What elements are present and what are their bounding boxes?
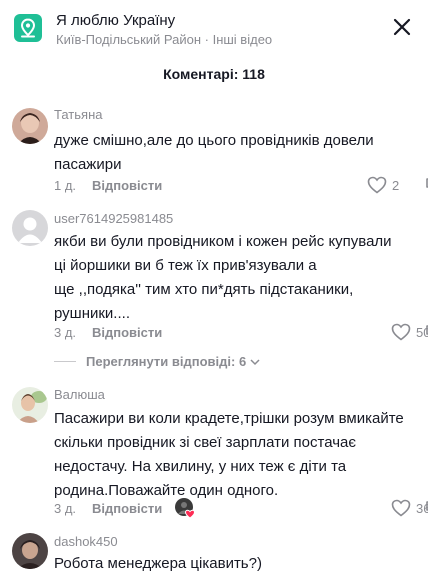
comment-text: Пасажири ви коли крадете,трішки розум вм… xyxy=(54,410,404,499)
comment-date: 1 д. xyxy=(54,178,77,193)
heart-outline-icon xyxy=(391,323,411,341)
like-button[interactable]: 50 xyxy=(391,323,428,341)
video-info-header: Я люблю Україну Київ-Подільський Район ·… xyxy=(0,0,428,56)
comment-text: Робота менеджера цікавить?) xyxy=(54,555,262,572)
reply-button[interactable]: Відповісти xyxy=(92,178,162,193)
creator-liked-icon xyxy=(174,497,196,519)
close-icon[interactable] xyxy=(392,17,412,37)
avatar[interactable] xyxy=(12,210,48,246)
heart-outline-icon xyxy=(367,176,387,194)
comment-meta: 3 д. Відповісти 36 xyxy=(54,498,428,521)
location-subtitle[interactable]: Київ-Подільський Район · Інші відео xyxy=(56,32,272,47)
location-pin-icon[interactable] xyxy=(14,14,42,42)
comments-count-title: Коментарі: 118 xyxy=(163,66,265,82)
chevron-down-icon xyxy=(250,358,260,365)
heart-outline-icon xyxy=(391,499,411,517)
comment-username[interactable]: Валюша xyxy=(54,387,105,402)
comment-text: якби ви були провідником і кожен рейс ку… xyxy=(54,233,392,322)
comment-text: дуже смішно,але до цього провідників дов… xyxy=(54,132,374,173)
reply-button[interactable]: Відповісти xyxy=(92,501,162,516)
avatar[interactable] xyxy=(12,387,48,423)
avatar[interactable] xyxy=(12,108,48,144)
divider xyxy=(54,361,76,362)
location-title[interactable]: Я люблю Україну xyxy=(56,12,175,29)
avatar[interactable] xyxy=(12,533,48,569)
dislike-icon[interactable] xyxy=(424,322,428,345)
comment-date: 3 д. xyxy=(54,501,77,516)
reply-button[interactable]: Відповісти xyxy=(92,325,162,340)
dislike-icon[interactable] xyxy=(424,175,428,198)
view-replies-label: Переглянути відповіді: 6 xyxy=(86,354,247,369)
like-button[interactable]: 36 xyxy=(391,499,428,517)
comment-username[interactable]: user7614925981485 xyxy=(54,211,173,226)
like-count: 2 xyxy=(392,177,400,193)
view-replies-button[interactable]: Переглянути відповіді: 6 xyxy=(54,354,261,369)
comment-meta: 1 д. Відповісти 2 xyxy=(54,176,428,198)
like-button[interactable]: 2 xyxy=(367,176,399,194)
dislike-icon[interactable] xyxy=(424,498,428,521)
comment-date: 3 д. xyxy=(54,325,77,340)
comment-username[interactable]: dashok450 xyxy=(54,534,118,549)
comment-username[interactable]: Татьяна xyxy=(54,107,102,122)
comment-meta: 3 д. Відповісти 50 xyxy=(54,323,428,345)
